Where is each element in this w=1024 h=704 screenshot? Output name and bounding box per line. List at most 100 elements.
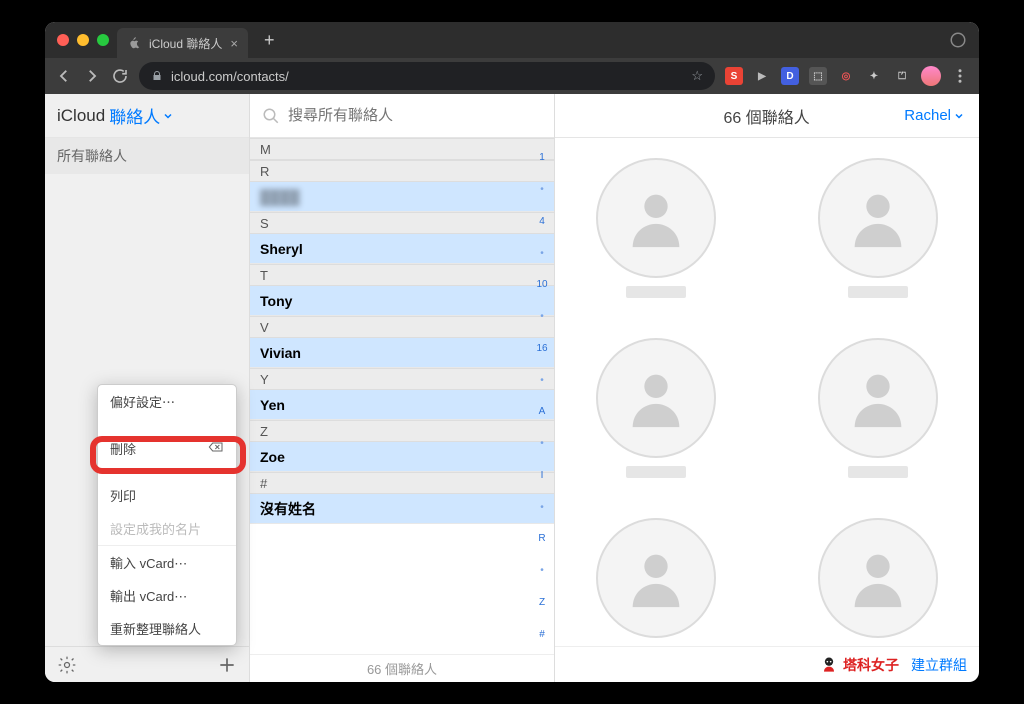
tab-title: iCloud 聯絡人 — [149, 35, 222, 52]
search-input[interactable] — [288, 107, 542, 124]
gear-context-menu: 偏好設定⋯ 刪除列印設定成我的名片輸入 vCard⋯輸出 vCard⋯重新整理聯絡… — [97, 384, 237, 646]
window-min-icon[interactable] — [949, 31, 967, 49]
contact-row[interactable]: Zoe — [250, 442, 554, 472]
extension-icon[interactable]: ⬚ — [809, 67, 827, 85]
contact-row[interactable]: ████ — [250, 182, 554, 212]
contact-avatar[interactable] — [813, 338, 943, 478]
star-icon[interactable]: ☆ — [691, 68, 703, 84]
backspace-icon — [208, 441, 224, 453]
section-header: Z — [250, 420, 554, 442]
account-menu[interactable]: Rachel — [904, 107, 965, 124]
person-icon — [843, 543, 913, 613]
contact-row[interactable]: Sheryl — [250, 234, 554, 264]
context-menu-item[interactable]: 偏好設定⋯ — [98, 385, 236, 418]
app-title-link[interactable]: 聯絡人 — [109, 103, 174, 128]
window-controls — [57, 34, 109, 46]
back-button[interactable] — [55, 67, 73, 85]
close-window-button[interactable] — [57, 34, 69, 46]
context-menu-item — [98, 418, 236, 432]
contact-row[interactable]: Yen — [250, 390, 554, 420]
index-letter[interactable]: 1 — [534, 152, 550, 163]
index-letter[interactable]: Z — [534, 597, 550, 608]
sidebar-group-all[interactable]: 所有聯絡人 — [45, 138, 249, 174]
contact-list-footer: 66 個聯絡人 — [250, 654, 554, 682]
index-letter[interactable]: 4 — [534, 216, 550, 227]
gear-icon[interactable] — [57, 655, 77, 675]
index-letter[interactable]: # — [534, 629, 550, 640]
browser-toolbar: icloud.com/contacts/ ☆ S ▶ D ⬚ ◎ ✦ ⏍ — [45, 58, 979, 94]
tab-close-button[interactable]: × — [230, 36, 238, 51]
app-content: iCloud 聯絡人 所有聯絡人 MR████SSherylTTonyVVivi… — [45, 94, 979, 682]
person-icon — [843, 363, 913, 433]
index-letter[interactable]: • — [534, 311, 550, 322]
detail-footer: 塔科女子 建立群組 — [555, 646, 979, 682]
sidebar-footer — [45, 646, 249, 682]
address-bar[interactable]: icloud.com/contacts/ ☆ — [139, 62, 715, 90]
section-header: V — [250, 316, 554, 338]
index-letter[interactable]: R — [534, 533, 550, 544]
selection-count: 66 個聯絡人 — [629, 104, 904, 128]
context-menu-item[interactable]: 列印 — [98, 479, 236, 512]
avatar-name-placeholder — [848, 466, 908, 478]
menu-button[interactable] — [951, 67, 969, 85]
contact-avatar[interactable] — [591, 518, 721, 646]
index-letter[interactable]: • — [534, 502, 550, 513]
titlebar: iCloud 聯絡人 × + — [45, 22, 979, 58]
contact-avatar[interactable] — [591, 158, 721, 298]
extension-icon[interactable]: ▶ — [753, 67, 771, 85]
contact-row[interactable]: 沒有姓名 — [250, 494, 554, 524]
create-group-button[interactable]: 建立群組 — [911, 655, 967, 675]
context-menu-item[interactable]: 重新整理聯絡人 — [98, 612, 236, 645]
index-letter[interactable]: • — [534, 565, 550, 576]
index-letter[interactable]: • — [534, 375, 550, 386]
section-header: M — [250, 138, 554, 160]
mascot-icon — [819, 655, 839, 675]
extension-icon[interactable]: ⏍ — [893, 67, 911, 85]
avatar-name-placeholder — [848, 286, 908, 298]
context-menu-item[interactable]: 輸出 vCard⋯ — [98, 579, 236, 612]
detail-panel: 66 個聯絡人 Rachel 塔科女子 建立群組 — [555, 94, 979, 682]
extension-icon[interactable]: D — [781, 67, 799, 85]
contact-row[interactable]: Tony — [250, 286, 554, 316]
context-menu-item — [98, 465, 236, 479]
avatar-name-placeholder — [626, 286, 686, 298]
chevron-down-icon — [953, 110, 965, 122]
context-menu-item: 設定成我的名片 — [98, 512, 236, 545]
index-letter[interactable]: I — [534, 470, 550, 481]
browser-tab[interactable]: iCloud 聯絡人 × — [117, 28, 248, 58]
contact-list[interactable]: MR████SSherylTTonyVVivianYYenZZoe#沒有姓名1•… — [250, 138, 554, 654]
reload-button[interactable] — [111, 67, 129, 85]
maximize-window-button[interactable] — [97, 34, 109, 46]
new-tab-button[interactable]: + — [256, 30, 283, 51]
extension-icon[interactable]: ◎ — [837, 67, 855, 85]
index-letter[interactable]: • — [534, 248, 550, 259]
person-icon — [621, 183, 691, 253]
minimize-window-button[interactable] — [77, 34, 89, 46]
alpha-index[interactable]: 1 • 4 • 10 • 16 • A • I • R • Z # — [534, 138, 550, 654]
forward-button[interactable] — [83, 67, 101, 85]
index-letter[interactable]: A — [534, 406, 550, 417]
context-menu-item[interactable]: 刪除 — [98, 432, 236, 465]
section-header: S — [250, 212, 554, 234]
index-letter[interactable]: • — [534, 438, 550, 449]
extension-icon[interactable]: S — [725, 67, 743, 85]
app-title: iCloud 聯絡人 — [45, 94, 249, 138]
contact-list-column: MR████SSherylTTonyVVivianYYenZZoe#沒有姓名1•… — [250, 94, 555, 682]
contact-avatar[interactable] — [813, 158, 943, 298]
person-icon — [621, 363, 691, 433]
plus-icon[interactable] — [217, 655, 237, 675]
index-letter[interactable]: 16 — [534, 343, 550, 354]
context-menu-item[interactable]: 輸入 vCard⋯ — [98, 546, 236, 579]
contact-row[interactable]: Vivian — [250, 338, 554, 368]
extension-icon[interactable]: ✦ — [865, 67, 883, 85]
avatar-name-placeholder — [626, 466, 686, 478]
index-letter[interactable]: • — [534, 184, 550, 195]
detail-header: 66 個聯絡人 Rachel — [555, 94, 979, 138]
contact-avatar[interactable] — [813, 518, 943, 646]
chevron-down-icon — [162, 110, 174, 122]
section-header: R — [250, 160, 554, 182]
lock-icon — [151, 70, 163, 82]
contact-avatar[interactable] — [591, 338, 721, 478]
profile-avatar[interactable] — [921, 66, 941, 86]
index-letter[interactable]: 10 — [534, 279, 550, 290]
